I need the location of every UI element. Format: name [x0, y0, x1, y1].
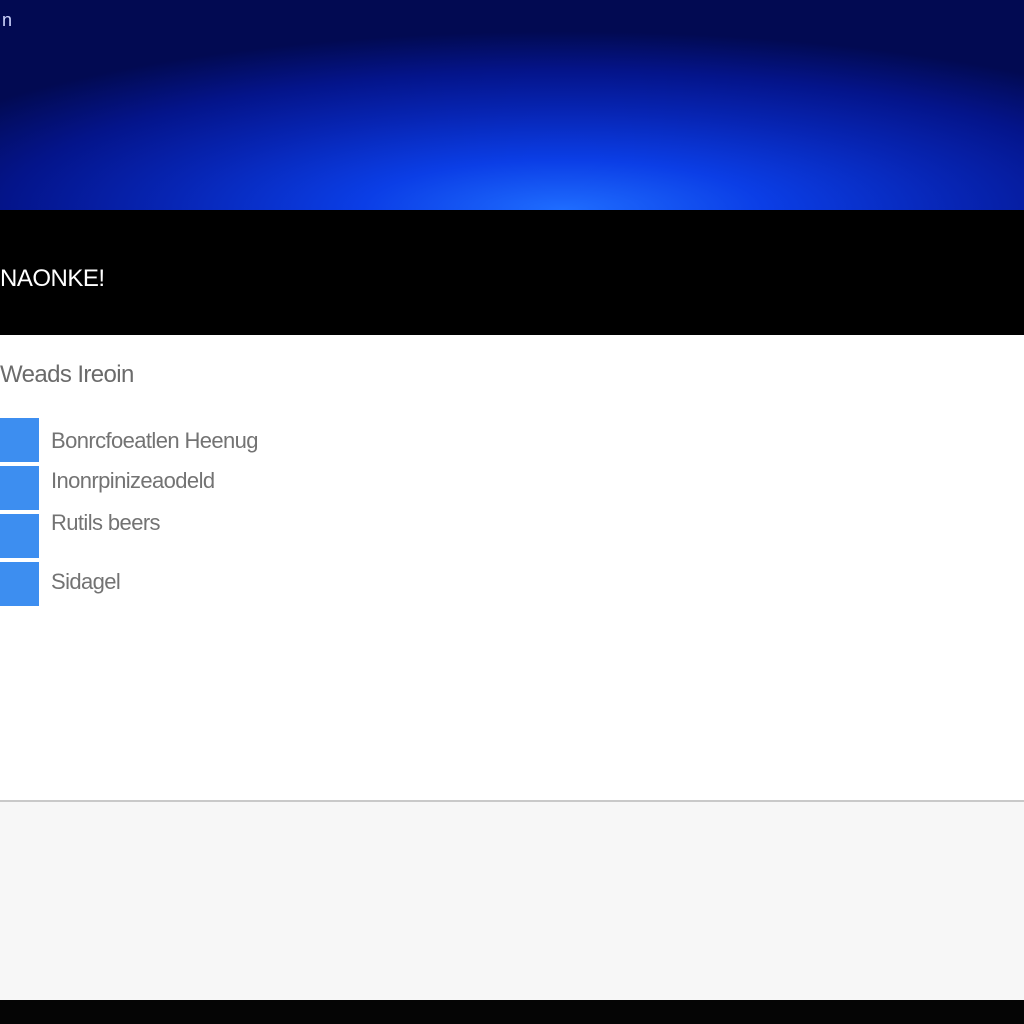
menu-item-label: Sidagel: [51, 569, 121, 594]
menu-item-3[interactable]: Rutils beers: [0, 510, 420, 559]
menu-tile-icon: [0, 418, 39, 462]
screen: n NAONKE! Weads Ireoin Bonrcfoeatlen Hee…: [0, 0, 1024, 1024]
menu-item-2[interactable]: Inonrpinizeaodeld: [0, 465, 420, 511]
menu-tile-icon: [0, 562, 39, 606]
page-title: NAONKE!: [0, 265, 105, 292]
section-heading: Weads Ireoin: [0, 361, 134, 388]
title-bar: [0, 210, 1024, 335]
lower-panel: [0, 802, 1024, 1000]
menu-item-label: Inonrpinizeaodeld: [51, 468, 215, 493]
options-menu: Bonrcfoeatlen Heenug Inonrpinizeaodeld R…: [0, 417, 420, 607]
menu-item-4[interactable]: Sidagel: [0, 561, 420, 607]
menu-tile-icon: [0, 514, 39, 558]
menu-tile-icon: [0, 466, 39, 510]
hero-corner-text: n: [2, 10, 13, 30]
hero-banner: n: [0, 0, 1024, 210]
menu-item-label: Rutils beers: [51, 510, 161, 535]
bottom-bar: [0, 1000, 1024, 1024]
menu-item-1[interactable]: Bonrcfoeatlen Heenug: [0, 417, 420, 463]
menu-item-label: Bonrcfoeatlen Heenug: [51, 428, 259, 453]
